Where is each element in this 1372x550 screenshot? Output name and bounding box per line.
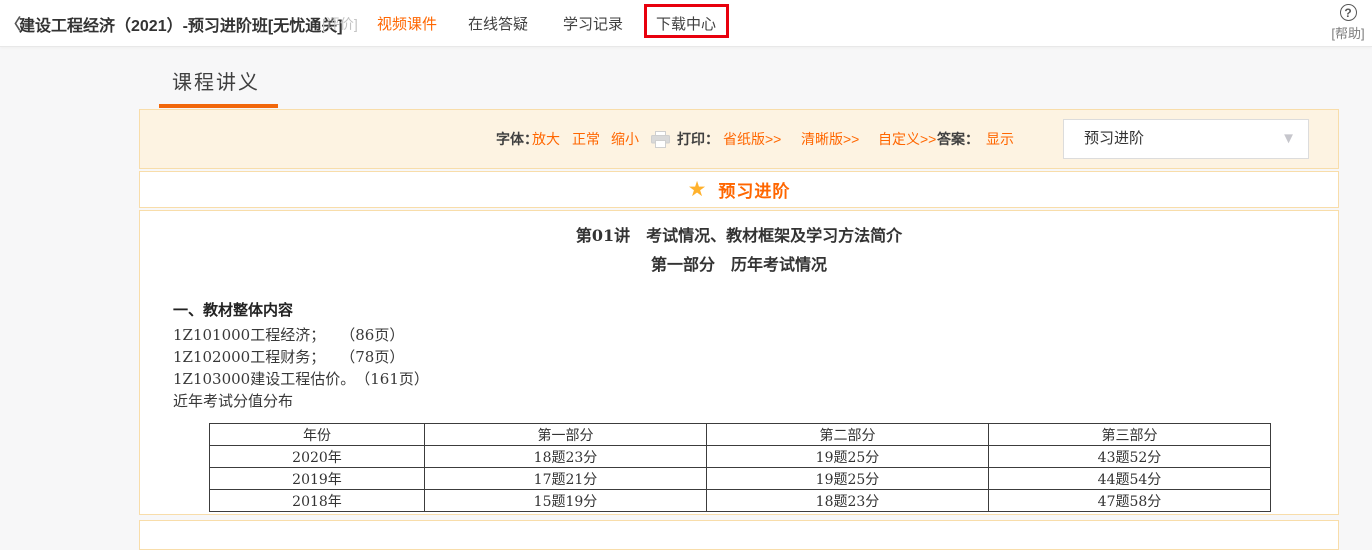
lecture-heading: 第01讲 考试情况、教材框架及学习方法简介 — [140, 222, 1338, 246]
course-title: 建设工程经济（2021）-预习进阶班[无忧通关] — [19, 12, 343, 36]
table-row: 2020年 18题23分 19题25分 43题52分 — [210, 446, 1271, 468]
print-label: 打印： — [677, 110, 719, 168]
font-normal-link[interactable]: 正常 — [572, 110, 600, 168]
col-header-year: 年份 — [210, 424, 425, 446]
help-block: ? [帮助] — [1326, 4, 1370, 42]
textbook-overview-heading: 一、教材整体内容 — [173, 299, 1338, 320]
score-distribution-table: 年份 第一部分 第二部分 第三部分 2020年 18题23分 19题25分 43… — [209, 423, 1271, 512]
tab-course-handout[interactable]: 课程讲义 — [172, 66, 260, 95]
answer-label: 答案： — [937, 110, 979, 168]
col-header-part3: 第三部分 — [989, 424, 1271, 446]
table-header-row: 年份 第一部分 第二部分 第三部分 — [210, 424, 1271, 446]
font-zoom-in-link[interactable]: 放大 — [532, 110, 560, 168]
next-section-band — [139, 520, 1339, 550]
table-row: 2019年 17题21分 19题25分 44题54分 — [210, 468, 1271, 490]
tab-online-qa[interactable]: 在线答疑 — [468, 13, 528, 34]
print-custom-link[interactable]: 自定义>> — [878, 110, 936, 168]
answer-show-link[interactable]: 显示 — [986, 110, 1014, 168]
table-row: 2018年 15题19分 18题23分 47题58分 — [210, 490, 1271, 512]
top-navigation-bar: 〈 建设工程经济（2021）-预习进阶班[无忧通关] [评价] 视频课件 在线答… — [0, 0, 1372, 47]
tab-study-record[interactable]: 学习记录 — [563, 13, 623, 34]
dropdown-selected-value: 预习进阶 — [1084, 120, 1144, 158]
lecture-subheading: 第一部分 历年考试情况 — [140, 251, 1338, 275]
help-question-icon[interactable]: ? — [1340, 4, 1357, 21]
print-clear-link[interactable]: 清晰版>> — [801, 110, 859, 168]
print-paper-saving-link[interactable]: 省纸版>> — [723, 110, 781, 168]
section-title: 预习进阶 — [718, 177, 790, 202]
handout-select-dropdown[interactable]: 预习进阶 ▼ — [1063, 119, 1309, 159]
col-header-part1: 第一部分 — [425, 424, 707, 446]
tab-active-underline — [159, 104, 278, 108]
col-header-part2: 第二部分 — [707, 424, 989, 446]
rate-link[interactable]: [评价] — [322, 14, 358, 34]
section-header-band: ★ 预习进阶 — [139, 171, 1339, 208]
chevron-down-icon: ▼ — [1281, 120, 1296, 158]
textbook-line: 1Z102000工程财务； （78页） — [173, 346, 1338, 368]
star-icon: ★ — [688, 177, 707, 202]
help-label[interactable]: [帮助] — [1326, 23, 1370, 42]
font-zoom-out-link[interactable]: 缩小 — [611, 110, 639, 168]
textbook-line: 1Z101000工程经济； （86页） — [173, 324, 1338, 346]
handout-toolbar: 字体： 放大 正常 缩小 打印： 省纸版>> 清晰版>> 自定义>> 答案： 显… — [139, 109, 1339, 169]
score-distribution-label: 近年考试分值分布 — [173, 390, 1338, 412]
printer-icon — [651, 131, 670, 153]
tab-download-center[interactable]: 下载中心 — [656, 13, 716, 34]
handout-content: 第01讲 考试情况、教材框架及学习方法简介 第一部分 历年考试情况 一、教材整体… — [139, 210, 1339, 515]
tab-video-courseware[interactable]: 视频课件 — [377, 13, 437, 34]
textbook-line: 1Z103000建设工程估价。 （161页） — [173, 368, 1338, 390]
